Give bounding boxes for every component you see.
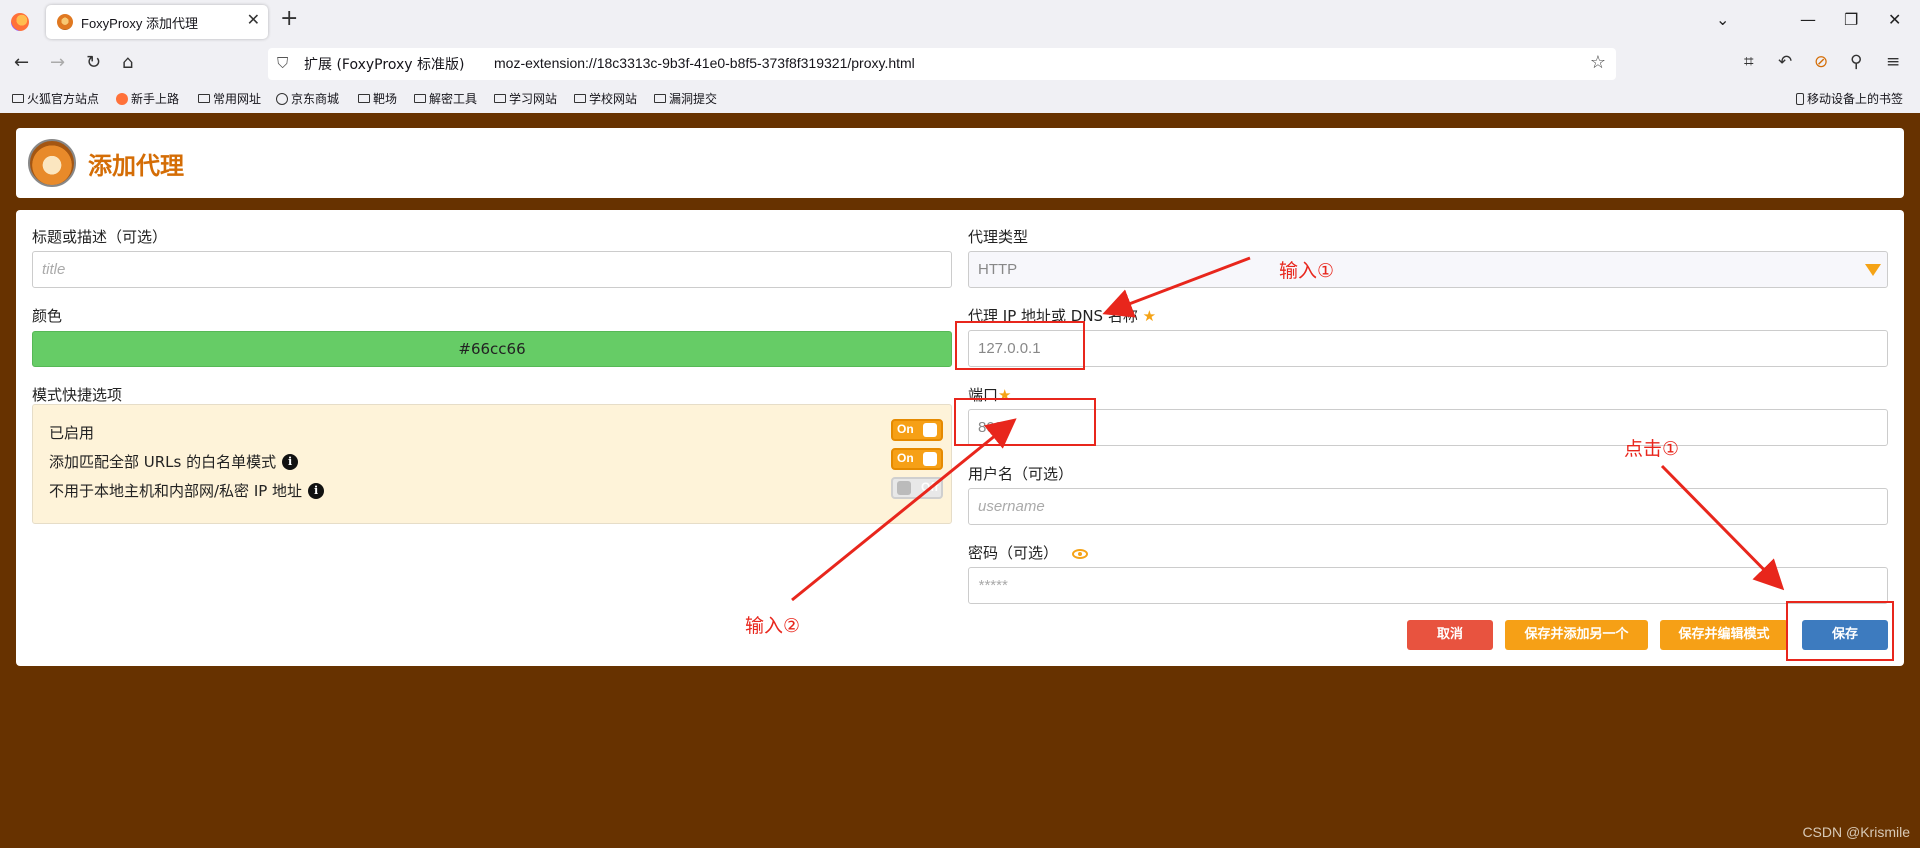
shield-icon[interactable]: ⛉: [277, 54, 288, 72]
folder-icon: [414, 94, 426, 103]
bookmark-item[interactable]: 靶场: [358, 90, 397, 107]
watermark: CSDN @Krismile: [1802, 824, 1910, 840]
cancel-button[interactable]: 取消: [1407, 620, 1493, 650]
color-picker[interactable]: #66cc66: [32, 331, 952, 367]
page-title: 添加代理: [88, 152, 184, 180]
extensions-puzzle-icon[interactable]: ⚲: [1850, 52, 1862, 72]
username-label: 用户名（可选）: [968, 465, 1074, 483]
bookmark-item[interactable]: 漏洞提交: [654, 90, 717, 107]
mobile-device-icon: [1796, 92, 1804, 105]
firefox-icon: [116, 92, 128, 105]
close-window-icon[interactable]: ✕: [1888, 10, 1901, 29]
firefox-menu-icon[interactable]: [11, 13, 29, 31]
bookmark-item[interactable]: 学习网站: [494, 90, 557, 107]
bookmark-item[interactable]: 学校网站: [574, 90, 637, 107]
globe-icon: [276, 92, 288, 105]
annotation-box-ip: [955, 321, 1085, 370]
bookmark-item[interactable]: 解密工具: [414, 90, 477, 107]
minimize-icon[interactable]: —: [1800, 10, 1816, 29]
pattern-shortcuts-label: 模式快捷选项: [32, 386, 123, 404]
bookmark-star-icon[interactable]: ☆: [1590, 52, 1606, 73]
toggle-knob: [923, 452, 937, 466]
screenshot-crop-icon[interactable]: ⌗: [1744, 52, 1754, 72]
port-input[interactable]: 8080: [968, 409, 1888, 446]
tab-title: FoxyProxy 添加代理: [81, 16, 199, 31]
annotation-box-port: [954, 398, 1096, 446]
mobile-bookmarks[interactable]: 移动设备上的书签: [1796, 90, 1903, 107]
restore-icon[interactable]: ❐: [1844, 10, 1858, 29]
title-input[interactable]: title: [32, 251, 952, 288]
pattern-shortcuts-box: 已启用 On 添加匹配全部 URLs 的白名单模式 i On 不用于本地主机和内…: [32, 404, 952, 524]
page-header: 添加代理: [16, 128, 1904, 198]
extension-identity[interactable]: 扩展 (FoxyProxy 标准版): [304, 54, 464, 74]
folder-icon: [494, 94, 506, 103]
annotation-box-save: [1786, 601, 1894, 661]
undo-icon[interactable]: ↶: [1778, 52, 1792, 72]
folder-icon: [358, 94, 370, 103]
toggle-knob: [897, 481, 911, 495]
folder-icon: [574, 94, 586, 103]
new-tab-icon[interactable]: +: [280, 8, 298, 30]
pattern-option-whitelist-all: 添加匹配全部 URLs 的白名单模式 i: [49, 451, 299, 472]
annotation-input-2: 输入②: [745, 615, 801, 637]
foxyproxy-favicon-icon: [57, 14, 73, 30]
app-menu-icon[interactable]: ≡: [1886, 52, 1900, 72]
navigation-bar: ← → ↻ ⌂ ⛉ 扩展 (FoxyProxy 标准版) moz-extensi…: [0, 44, 1920, 84]
show-password-eye-icon[interactable]: [1072, 548, 1089, 559]
back-icon[interactable]: ←: [14, 52, 29, 73]
color-label: 颜色: [32, 307, 63, 325]
proxy-type-label: 代理类型: [968, 228, 1029, 246]
whitelist-all-toggle[interactable]: On: [891, 448, 943, 470]
bookmark-item[interactable]: 火狐官方站点: [12, 90, 99, 107]
list-all-tabs-icon[interactable]: ⌄: [1716, 10, 1729, 29]
password-label: 密码（可选）: [968, 542, 1089, 563]
tab-close-icon[interactable]: ✕: [247, 10, 260, 29]
username-input[interactable]: username: [968, 488, 1888, 525]
save-edit-patterns-button[interactable]: 保存并编辑模式: [1660, 620, 1788, 650]
url-text[interactable]: moz-extension://18c3313c-9b3f-41e0-b8f5-…: [494, 55, 915, 71]
bookmark-item[interactable]: 新手上路: [116, 90, 179, 107]
required-star-icon: ★: [1142, 307, 1157, 325]
info-icon[interactable]: i: [282, 453, 299, 470]
url-bar[interactable]: ⛉ 扩展 (FoxyProxy 标准版) moz-extension://18c…: [268, 48, 1616, 80]
tab-foxyproxy[interactable]: FoxyProxy 添加代理 ✕: [46, 5, 268, 39]
folder-icon: [12, 94, 24, 103]
toggle-knob: [923, 423, 937, 437]
annotation-click-1: 点击①: [1624, 438, 1680, 460]
home-icon[interactable]: ⌂: [122, 52, 133, 73]
bookmark-item[interactable]: 常用网址: [198, 90, 261, 107]
folder-icon: [654, 94, 666, 103]
password-input[interactable]: *****: [968, 567, 1888, 604]
enabled-toggle[interactable]: On: [891, 419, 943, 441]
info-icon[interactable]: i: [308, 482, 325, 499]
pattern-option-enabled: 已启用: [49, 424, 95, 442]
bookmarks-toolbar: 火狐官方站点 新手上路 常用网址 京东商城 靶场 解密工具 学习网站 学校网站 …: [0, 84, 1920, 113]
foxyproxy-logo-icon: [28, 139, 76, 187]
exclude-local-toggle[interactable]: Off: [891, 477, 943, 499]
dropdown-arrow-icon: [1865, 264, 1881, 276]
forward-icon[interactable]: →: [50, 52, 65, 73]
tab-bar: FoxyProxy 添加代理 ✕ + ⌄ — ❐ ✕: [0, 0, 1920, 44]
save-add-another-button[interactable]: 保存并添加另一个: [1505, 620, 1648, 650]
title-label: 标题或描述（可选）: [32, 228, 168, 246]
browser-chrome: FoxyProxy 添加代理 ✕ + ⌄ — ❐ ✕ ← → ↻ ⌂ ⛉ 扩展 …: [0, 0, 1920, 113]
annotation-input-1: 输入①: [1279, 260, 1335, 282]
reload-icon[interactable]: ↻: [86, 52, 101, 73]
pattern-option-exclude-local: 不用于本地主机和内部网/私密 IP 地址 i: [49, 480, 325, 501]
folder-icon: [198, 94, 210, 103]
proxy-ip-input[interactable]: 127.0.0.1: [968, 330, 1888, 367]
bookmark-item[interactable]: 京东商城: [276, 90, 339, 107]
proxy-type-select[interactable]: HTTP: [968, 251, 1888, 288]
foxyproxy-toolbar-icon[interactable]: ⊘: [1814, 52, 1828, 72]
